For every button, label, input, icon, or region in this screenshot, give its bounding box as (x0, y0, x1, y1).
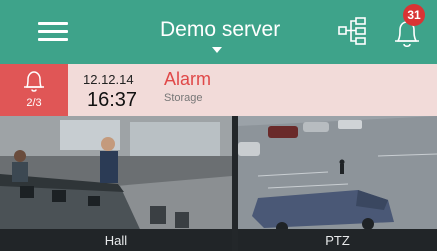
camera-label: PTZ (238, 229, 437, 251)
alarm-bar[interactable]: 2/3 12.12.14 16:37 Alarm Storage (0, 64, 437, 116)
camera-label: Hall (0, 229, 232, 251)
camera-tile-hall[interactable]: Hall (0, 116, 232, 251)
chevron-down-icon[interactable] (212, 47, 222, 53)
hamburger-menu-icon[interactable] (38, 20, 68, 44)
bell-icon (24, 71, 44, 92)
alarm-type: Alarm (164, 69, 212, 89)
alarm-counter: 2/3 (26, 97, 42, 109)
server-selector[interactable]: Demo server (160, 18, 310, 42)
top-bar: Demo server 31 (0, 0, 437, 64)
notification-badge: 31 (403, 4, 425, 26)
alarm-indicator[interactable]: 2/3 (0, 64, 68, 116)
alarm-source: Storage (164, 92, 203, 104)
alarm-time: 16:37 (87, 89, 138, 111)
camera-tile-ptz[interactable]: PTZ (238, 116, 437, 251)
layout-tree-icon[interactable] (338, 16, 366, 46)
alarm-date: 12.12.14 (83, 72, 134, 87)
